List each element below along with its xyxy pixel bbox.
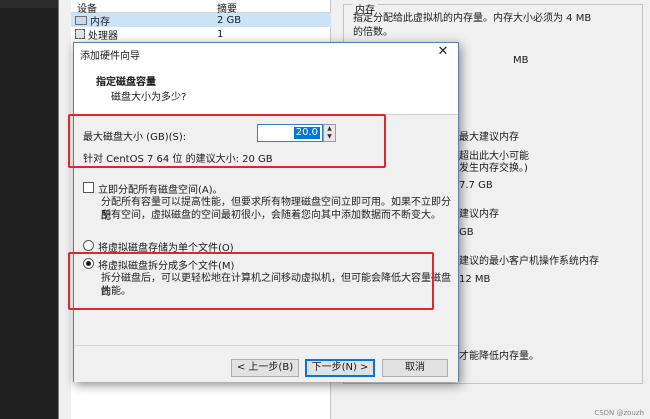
max-recommended-value: 7.7 GB	[459, 180, 493, 191]
device-summary: 1	[217, 28, 224, 40]
dialog-title: 添加硬件向导	[80, 50, 140, 62]
allocate-now-label[interactable]: 立即分配所有磁盘空间(A)。	[98, 181, 223, 196]
device-summary: 2 GB	[217, 14, 242, 26]
wizard-heading: 指定磁盘容量	[96, 77, 156, 88]
watermark: CSDN @zouzh	[594, 409, 644, 417]
reduce-memory-hint: 才能降低内存量。	[459, 351, 539, 362]
device-column-header[interactable]: 设备	[71, 0, 211, 15]
host-top-stub	[0, 0, 58, 8]
summary-column-header[interactable]: 摘要	[211, 0, 237, 15]
annotation-box-split-option	[68, 252, 434, 310]
device-name: 内存	[90, 16, 110, 28]
allocate-now-checkbox[interactable]	[83, 182, 94, 193]
recommended-value: GB	[459, 227, 474, 238]
memory-icon	[75, 15, 87, 25]
wizard-footer: < 上一步(B) 下一步(N) > 取消	[74, 345, 458, 382]
min-guest-label: 建议的最小客户机操作系统内存	[459, 256, 599, 267]
host-left-strip	[0, 0, 58, 419]
dialog-titlebar[interactable]: 添加硬件向导 ✕	[74, 43, 458, 65]
device-list-header: 设备 摘要	[71, 0, 331, 15]
next-button[interactable]: 下一步(N) >	[305, 359, 375, 377]
recommended-label: 建议内存	[459, 209, 499, 220]
wizard-subheading: 磁盘大小为多少?	[111, 92, 187, 103]
device-row-processor[interactable]: 处理器 1	[71, 27, 331, 42]
device-name: 处理器	[88, 30, 118, 42]
device-row-memory[interactable]: 内存 2 GB	[71, 13, 331, 28]
processor-icon	[75, 29, 85, 39]
screen: 设备 摘要 内存 2 GB 处理器 1 内存 指定分配给此虚拟机的内存量。内存大…	[0, 0, 650, 419]
memory-unit: MB	[513, 55, 529, 66]
back-button[interactable]: < 上一步(B)	[231, 359, 299, 377]
allocate-now-desc-line2: 所有空间，虚拟磁盘的空间最初很小，会随着您向其中添加数据而不断变大。	[101, 210, 441, 221]
annotation-box-disk-size	[68, 114, 386, 168]
single-file-radio[interactable]	[83, 240, 94, 251]
min-guest-value: 12 MB	[459, 274, 491, 285]
memory-desc-line1: 指定分配给此虚拟机的内存量。内存大小必须为 4 MB	[353, 13, 592, 24]
swap-warning-line2: 发生内存交换。)	[459, 163, 528, 174]
max-recommended-label: 最大建议内存	[459, 132, 519, 143]
cancel-button[interactable]: 取消	[382, 359, 448, 377]
add-hardware-wizard-dialog: 添加硬件向导 ✕ 指定磁盘容量 磁盘大小为多少? 最大磁盘大小 (GB)(S):…	[73, 42, 459, 382]
memory-desc-line2: 的倍数。	[353, 27, 393, 38]
close-icon[interactable]: ✕	[436, 45, 450, 59]
